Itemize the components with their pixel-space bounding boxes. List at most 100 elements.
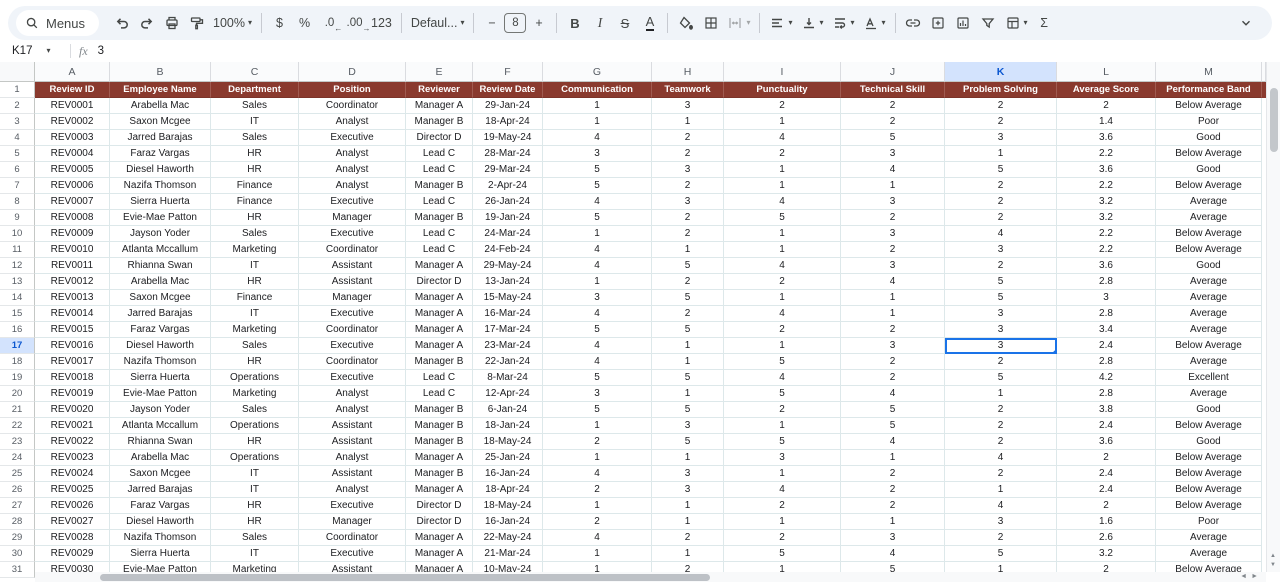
functions-button[interactable]: Σ — [1032, 10, 1057, 36]
cell-B19[interactable]: Sierra Huerta — [110, 370, 211, 386]
cell-K27[interactable]: 4 — [945, 498, 1057, 514]
cell-A11[interactable]: REV0010 — [35, 242, 110, 258]
cell-H19[interactable]: 5 — [652, 370, 724, 386]
row-header-3[interactable]: 3 — [0, 114, 35, 130]
cell-F26[interactable]: 18-Apr-24 — [473, 482, 543, 498]
cell-H6[interactable]: 3 — [652, 162, 724, 178]
cell-J18[interactable]: 2 — [841, 354, 945, 370]
cell-A10[interactable]: REV0009 — [35, 226, 110, 242]
cell-J8[interactable]: 3 — [841, 194, 945, 210]
cell-L18[interactable]: 2.8 — [1057, 354, 1156, 370]
cell-J19[interactable]: 2 — [841, 370, 945, 386]
cell-K13[interactable]: 5 — [945, 274, 1057, 290]
cell-I12[interactable]: 4 — [724, 258, 841, 274]
cell-D18[interactable]: Coordinator — [299, 354, 406, 370]
cell-A6[interactable]: REV0005 — [35, 162, 110, 178]
cell-L29[interactable]: 2.6 — [1057, 530, 1156, 546]
zoom-select[interactable]: 100% ▾ — [209, 10, 256, 36]
cell-E10[interactable]: Lead C — [406, 226, 473, 242]
cell-D19[interactable]: Executive — [299, 370, 406, 386]
cell-A22[interactable]: REV0021 — [35, 418, 110, 434]
cell-F25[interactable]: 16-Jan-24 — [473, 466, 543, 482]
cell-A18[interactable]: REV0017 — [35, 354, 110, 370]
cell-I22[interactable]: 1 — [724, 418, 841, 434]
print-button[interactable] — [159, 10, 184, 36]
cell-I6[interactable]: 1 — [724, 162, 841, 178]
cell-I26[interactable]: 4 — [724, 482, 841, 498]
col-header-E[interactable]: E — [406, 62, 473, 82]
cell-E28[interactable]: Director D — [406, 514, 473, 530]
cell-J23[interactable]: 4 — [841, 434, 945, 450]
cell-E21[interactable]: Manager B — [406, 402, 473, 418]
cell-L24[interactable]: 2 — [1057, 450, 1156, 466]
cell-H3[interactable]: 1 — [652, 114, 724, 130]
cell-A15[interactable]: REV0014 — [35, 306, 110, 322]
row-header-6[interactable]: 6 — [0, 162, 35, 178]
cell-F22[interactable]: 18-Jan-24 — [473, 418, 543, 434]
cell-H4[interactable]: 2 — [652, 130, 724, 146]
cell-J25[interactable]: 2 — [841, 466, 945, 482]
row-header-24[interactable]: 24 — [0, 450, 35, 466]
row-header-4[interactable]: 4 — [0, 130, 35, 146]
cell-D15[interactable]: Executive — [299, 306, 406, 322]
cell-I21[interactable]: 2 — [724, 402, 841, 418]
increase-decimals-button[interactable]: .00→ — [342, 10, 367, 36]
cell-L28[interactable]: 1.6 — [1057, 514, 1156, 530]
cell-C10[interactable]: Sales — [211, 226, 299, 242]
cell-H18[interactable]: 1 — [652, 354, 724, 370]
cell-G7[interactable]: 5 — [543, 178, 652, 194]
cell-L16[interactable]: 3.4 — [1057, 322, 1156, 338]
row-header-18[interactable]: 18 — [0, 354, 35, 370]
cell-M24[interactable]: Below Average — [1156, 450, 1262, 466]
row-header-10[interactable]: 10 — [0, 226, 35, 242]
cell-M16[interactable]: Average — [1156, 322, 1262, 338]
create-filter-button[interactable] — [976, 10, 1001, 36]
col-header-H[interactable]: H — [652, 62, 724, 82]
table-views-button[interactable]: ▾ — [1001, 10, 1032, 36]
cell-B11[interactable]: Atlanta Mccallum — [110, 242, 211, 258]
cell-J16[interactable]: 2 — [841, 322, 945, 338]
row-header-14[interactable]: 14 — [0, 290, 35, 306]
cell-D14[interactable]: Manager — [299, 290, 406, 306]
row-header-27[interactable]: 27 — [0, 498, 35, 514]
cell-F4[interactable]: 19-May-24 — [473, 130, 543, 146]
cell-D26[interactable]: Analyst — [299, 482, 406, 498]
cell-M4[interactable]: Good — [1156, 130, 1262, 146]
cell-B29[interactable]: Nazifa Thomson — [110, 530, 211, 546]
row-header-28[interactable]: 28 — [0, 514, 35, 530]
cell-B8[interactable]: Sierra Huerta — [110, 194, 211, 210]
cell-G6[interactable]: 5 — [543, 162, 652, 178]
col-header-L[interactable]: L — [1057, 62, 1156, 82]
cell-C25[interactable]: IT — [211, 466, 299, 482]
cell-H16[interactable]: 5 — [652, 322, 724, 338]
cell-E30[interactable]: Manager A — [406, 546, 473, 562]
cell-D12[interactable]: Assistant — [299, 258, 406, 274]
cell-F28[interactable]: 16-Jan-24 — [473, 514, 543, 530]
cell-F21[interactable]: 6-Jan-24 — [473, 402, 543, 418]
cell-E15[interactable]: Manager A — [406, 306, 473, 322]
cell-M7[interactable]: Below Average — [1156, 178, 1262, 194]
cell-D21[interactable]: Analyst — [299, 402, 406, 418]
cell-E2[interactable]: Manager A — [406, 98, 473, 114]
cell-F9[interactable]: 19-Jan-24 — [473, 210, 543, 226]
cell-F19[interactable]: 8-Mar-24 — [473, 370, 543, 386]
cell-I29[interactable]: 2 — [724, 530, 841, 546]
cell-A19[interactable]: REV0018 — [35, 370, 110, 386]
cell-K8[interactable]: 2 — [945, 194, 1057, 210]
cell-M19[interactable]: Excellent — [1156, 370, 1262, 386]
cell-F27[interactable]: 18-May-24 — [473, 498, 543, 514]
cell-F18[interactable]: 22-Jan-24 — [473, 354, 543, 370]
cell-B1[interactable]: Employee Name — [110, 82, 211, 98]
cell-K9[interactable]: 2 — [945, 210, 1057, 226]
cell-H9[interactable]: 2 — [652, 210, 724, 226]
cell-B26[interactable]: Jarred Barajas — [110, 482, 211, 498]
font-size-input[interactable]: 8 — [504, 13, 526, 33]
cell-K5[interactable]: 1 — [945, 146, 1057, 162]
cell-D9[interactable]: Manager — [299, 210, 406, 226]
cell-A27[interactable]: REV0026 — [35, 498, 110, 514]
cell-G2[interactable]: 1 — [543, 98, 652, 114]
cell-C18[interactable]: HR — [211, 354, 299, 370]
cell-M28[interactable]: Poor — [1156, 514, 1262, 530]
cell-E14[interactable]: Manager A — [406, 290, 473, 306]
cell-B18[interactable]: Nazifa Thomson — [110, 354, 211, 370]
